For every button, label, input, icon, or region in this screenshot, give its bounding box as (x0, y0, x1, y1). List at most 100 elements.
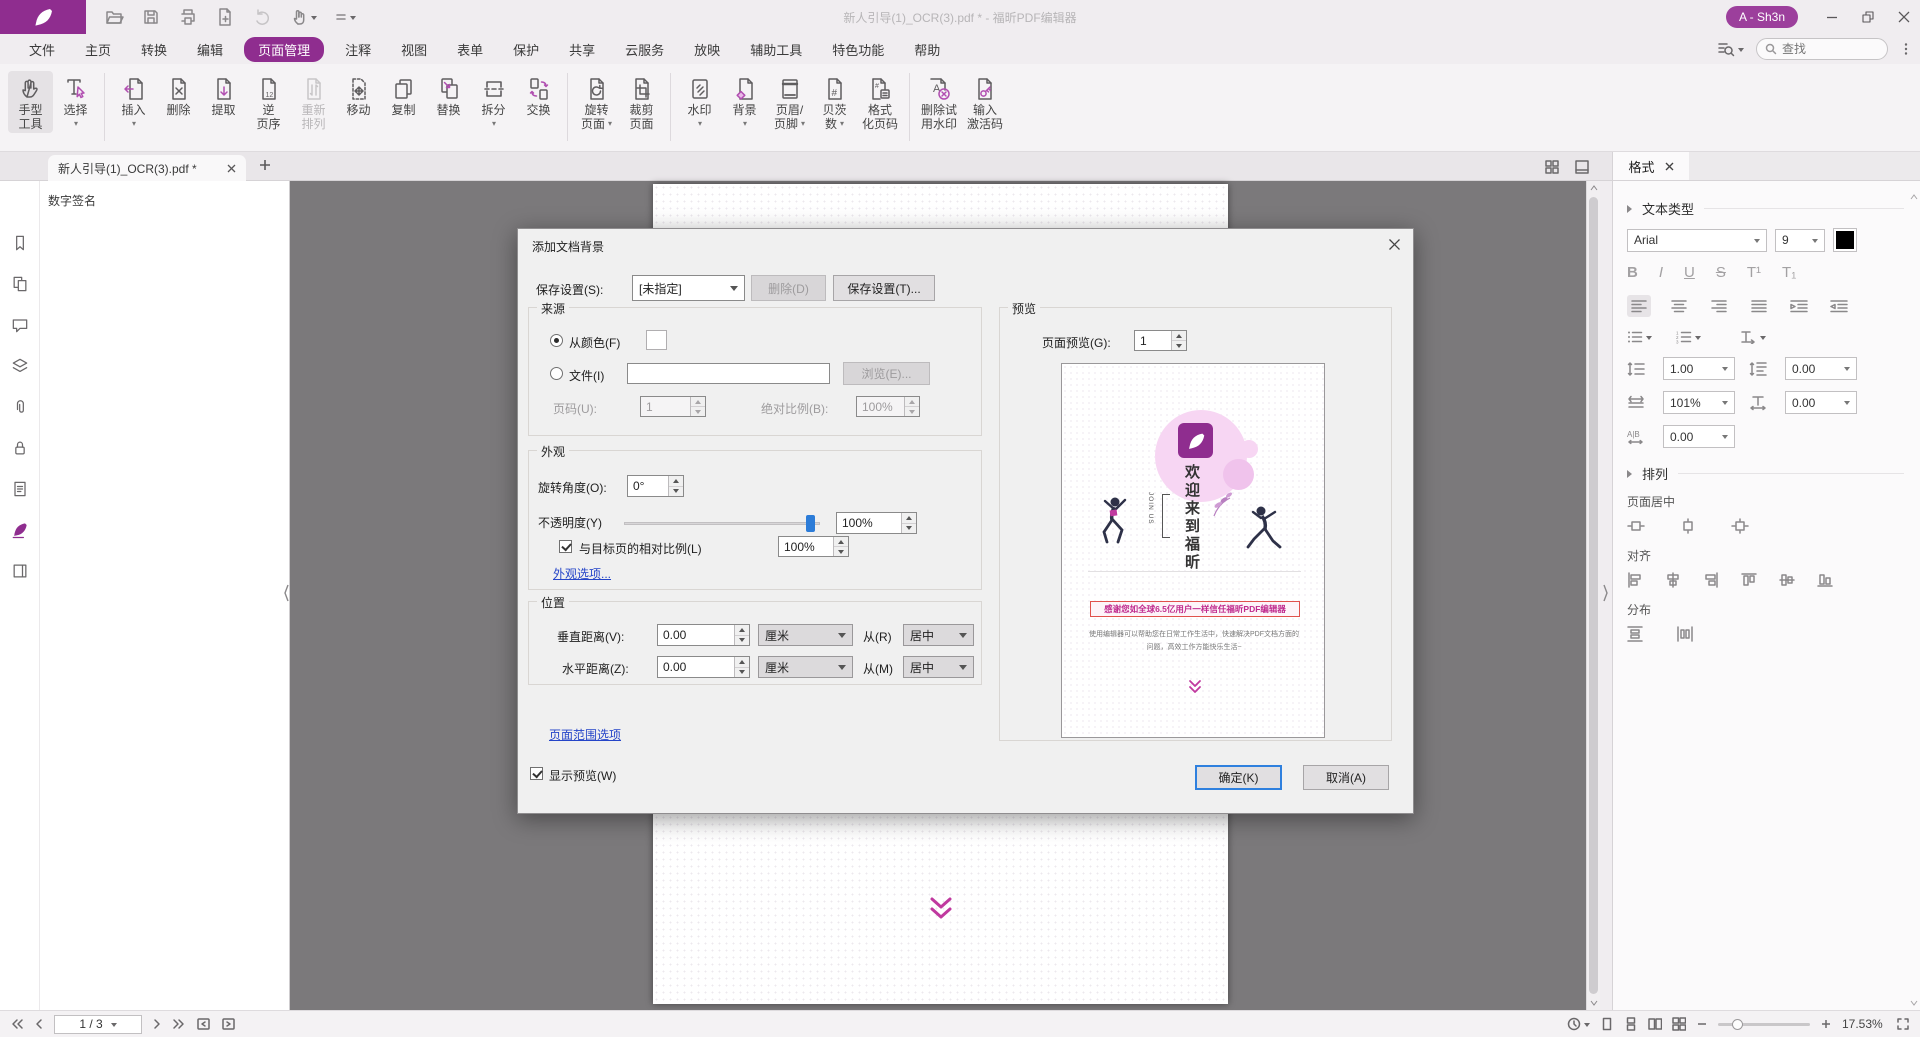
format-tab[interactable]: 格式 (1613, 152, 1689, 180)
scrollbar-thumb[interactable] (1589, 197, 1598, 994)
italic-button[interactable]: I (1659, 264, 1663, 281)
document-tab[interactable]: 新人引导(1)_OCR(3).pdf * (48, 155, 246, 181)
relative-scale-spinner[interactable]: 100% (778, 536, 849, 557)
last-page-icon[interactable] (172, 1018, 186, 1030)
zoom-in-icon[interactable] (1820, 1018, 1832, 1030)
scroll-down-icon[interactable] (1587, 996, 1600, 1010)
ribbon-remove-trial-watermark[interactable]: A 删除试 用水印 (916, 71, 962, 133)
bullet-list-button[interactable] (1627, 330, 1652, 344)
attachments-panel-icon[interactable] (10, 397, 30, 417)
ribbon-reverse-order[interactable]: 12 逆 页序 (246, 71, 291, 133)
ribbon-watermark[interactable]: 水印 (677, 71, 722, 133)
hand-mode-icon[interactable] (289, 7, 317, 27)
fullscreen-icon[interactable] (1896, 1017, 1910, 1031)
facing-view-icon[interactable] (1648, 1017, 1662, 1031)
menu-cloud[interactable]: 云服务 (610, 37, 679, 62)
comments-panel-icon[interactable] (10, 315, 30, 335)
menu-protect[interactable]: 保护 (498, 37, 554, 62)
numbered-list-button[interactable]: 123 (1676, 330, 1701, 344)
ribbon-move-pages[interactable]: 移动 (336, 71, 381, 133)
align-objects-right-button[interactable] (1703, 572, 1719, 588)
close-format-tab-icon[interactable] (1665, 162, 1674, 171)
tab-grid-view-icon[interactable] (1544, 159, 1560, 175)
menu-file[interactable]: 文件 (14, 37, 70, 62)
menu-page-management[interactable]: 页面管理 (244, 37, 324, 62)
ribbon-insert-pages[interactable]: 插入 (111, 71, 156, 133)
ribbon-background[interactable]: 背景 (722, 71, 767, 133)
center-vertically-button[interactable] (1627, 518, 1645, 534)
ribbon-hand-tool[interactable]: 手型 工具 (8, 71, 53, 133)
menu-present[interactable]: 放映 (679, 37, 735, 62)
align-objects-top-button[interactable] (1741, 572, 1757, 588)
continuous-facing-view-icon[interactable] (1672, 1017, 1686, 1031)
align-right-button[interactable] (1707, 295, 1731, 317)
ribbon-copy-pages[interactable]: 复制 (381, 71, 426, 133)
page-number-box[interactable]: 1 / 3 (54, 1015, 142, 1034)
menu-view[interactable]: 视图 (386, 37, 442, 62)
center-horizontally-button[interactable] (1679, 518, 1697, 534)
align-objects-middle-button[interactable] (1779, 572, 1795, 588)
word-spacing-select[interactable]: 0.00 (1785, 391, 1857, 414)
decrease-indent-button[interactable] (1827, 295, 1851, 317)
page-thumbnails-panel-icon[interactable] (10, 274, 30, 294)
zoom-out-icon[interactable] (1696, 1018, 1708, 1030)
digital-signature-panel-icon[interactable] (10, 520, 30, 540)
previous-page-icon[interactable] (34, 1018, 44, 1030)
text-direction-button[interactable] (1739, 330, 1766, 344)
font-family-select[interactable]: Arial (1627, 229, 1767, 252)
reading-timer-icon[interactable] (1567, 1017, 1590, 1031)
menu-accessibility[interactable]: 辅助工具 (735, 37, 817, 62)
horizontal-anchor-select[interactable]: 居中 (903, 656, 974, 678)
cancel-button[interactable]: 取消(A) (1303, 765, 1389, 790)
more-options-icon[interactable] (1900, 42, 1912, 56)
reading-layout-icon[interactable] (1574, 159, 1590, 175)
search-box[interactable] (1756, 38, 1888, 60)
panel-scroll-up-icon[interactable] (1910, 194, 1918, 200)
from-color-radio[interactable] (550, 334, 563, 347)
new-document-icon[interactable] (215, 7, 235, 27)
ribbon-extract-pages[interactable]: 提取 (201, 71, 246, 133)
appearance-options-link[interactable]: 外观选项... (553, 565, 611, 582)
ok-button[interactable]: 确定(K) (1195, 765, 1282, 790)
restore-button[interactable] (1862, 11, 1874, 23)
print-icon[interactable] (178, 7, 198, 27)
search-input[interactable] (1782, 42, 1872, 56)
menu-home[interactable]: 主页 (70, 37, 126, 62)
zoom-slider[interactable] (1718, 1023, 1810, 1026)
destinations-panel-icon[interactable] (10, 479, 30, 499)
page-range-options-link[interactable]: 页面范围选项 (549, 726, 621, 743)
font-color-swatch[interactable] (1833, 228, 1857, 252)
next-page-icon[interactable] (152, 1018, 162, 1030)
character-spacing-select[interactable]: 0.00 (1663, 425, 1735, 448)
relative-scale-checkbox[interactable] (559, 540, 572, 553)
opacity-slider[interactable] (624, 522, 820, 525)
collapse-right-panel-icon[interactable] (1601, 565, 1610, 621)
justify-button[interactable] (1747, 295, 1771, 317)
previous-view-icon[interactable] (196, 1017, 211, 1031)
vertical-unit-select[interactable]: 厘米 (758, 624, 853, 646)
vertical-scrollbar[interactable] (1586, 181, 1600, 1010)
align-center-button[interactable] (1667, 295, 1691, 317)
layers-panel-icon[interactable] (10, 356, 30, 376)
ribbon-delete-pages[interactable]: 删除 (156, 71, 201, 133)
line-spacing-select[interactable]: 1.00 (1663, 357, 1735, 380)
ribbon-swap-pages[interactable]: 交换 (516, 71, 561, 133)
dialog-close-icon[interactable] (1388, 238, 1401, 251)
ribbon-crop-pages[interactable]: 裁剪 页面 (619, 71, 664, 133)
bookmark-panel-icon[interactable] (10, 233, 30, 253)
background-color-swatch[interactable] (646, 330, 667, 350)
ribbon-bates-numbering[interactable]: # 贝茨 数 (812, 71, 857, 133)
vertical-distance-spinner[interactable]: 0.00 (657, 624, 750, 646)
opacity-spinner[interactable]: 100% (836, 512, 917, 534)
menu-help[interactable]: 帮助 (899, 37, 955, 62)
vertical-anchor-select[interactable]: 居中 (903, 624, 974, 646)
from-file-radio[interactable] (550, 367, 563, 380)
paragraph-spacing-select[interactable]: 0.00 (1785, 357, 1857, 380)
menu-form[interactable]: 表单 (442, 37, 498, 62)
menu-features[interactable]: 特色功能 (817, 37, 899, 62)
distribute-vertically-button[interactable] (1627, 626, 1643, 642)
center-both-button[interactable] (1731, 518, 1749, 534)
open-file-icon[interactable] (104, 7, 124, 27)
menu-edit[interactable]: 编辑 (182, 37, 238, 62)
show-preview-checkbox[interactable] (530, 767, 543, 780)
